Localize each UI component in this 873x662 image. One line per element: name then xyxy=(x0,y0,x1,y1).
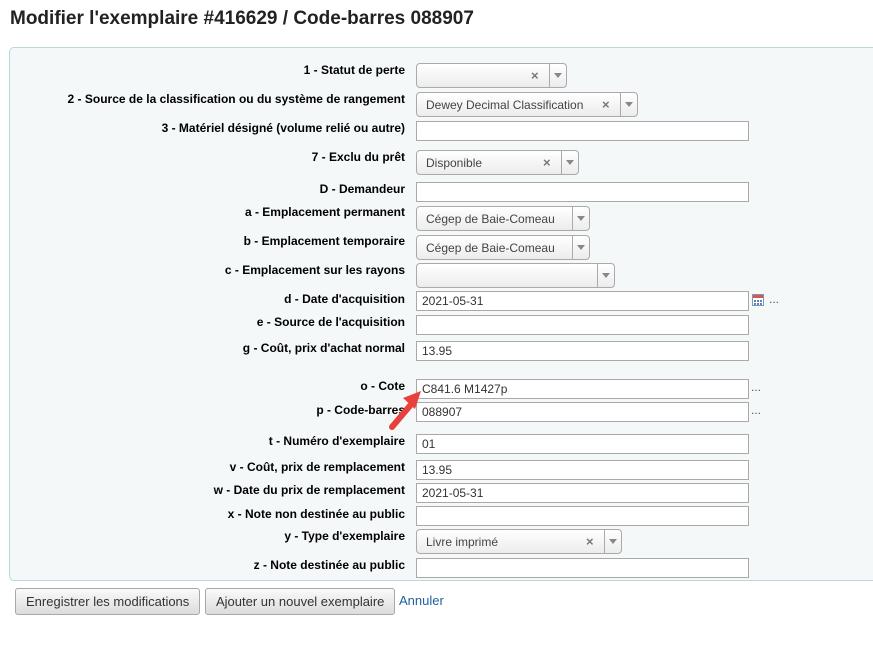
input-cout-achat[interactable] xyxy=(416,341,749,361)
clear-icon[interactable]: × xyxy=(602,97,610,112)
label-cote: o - Cote xyxy=(360,379,405,393)
label-statut-perte: 1 - Statut de perte xyxy=(303,63,405,77)
chevron-down-icon[interactable] xyxy=(604,530,621,553)
ellipsis-button-code-barres[interactable]: ... xyxy=(751,403,761,417)
input-source-acquisition[interactable] xyxy=(416,315,749,335)
label-note-publique: z - Note destinée au public xyxy=(253,558,405,572)
calendar-icon[interactable] xyxy=(752,294,764,306)
label-source-classification: 2 - Source de la classification ou du sy… xyxy=(67,92,405,106)
chevron-down-icon[interactable] xyxy=(597,264,614,287)
label-numero-exemplaire: t - Numéro d'exemplaire xyxy=(268,434,405,448)
input-materiel-designe[interactable] xyxy=(416,121,749,141)
select-emplacement-rayons[interactable] xyxy=(416,263,615,288)
input-code-barres[interactable] xyxy=(416,402,749,422)
label-exclu-pret: 7 - Exclu du prêt xyxy=(311,150,405,164)
label-emplacement-rayons: c - Emplacement sur les rayons xyxy=(224,263,405,277)
label-emplacement-permanent: a - Emplacement permanent xyxy=(244,205,405,219)
save-button[interactable]: Enregistrer les modifications xyxy=(15,588,201,615)
clear-icon[interactable]: × xyxy=(543,155,551,170)
label-emplacement-temporaire: b - Emplacement temporaire xyxy=(243,234,405,248)
label-date-acquisition: d - Date d'acquisition xyxy=(284,292,405,306)
label-demandeur: D - Demandeur xyxy=(319,182,405,196)
chevron-down-icon[interactable] xyxy=(561,151,578,174)
chevron-down-icon[interactable] xyxy=(549,64,566,87)
clear-icon[interactable]: × xyxy=(586,534,594,549)
page-title: Modifier l'exemplaire #416629 / Code-bar… xyxy=(10,8,474,29)
label-date-prix-remplacement: w - Date du prix de remplacement xyxy=(213,483,405,497)
label-source-acquisition: e - Source de l'acquisition xyxy=(256,315,405,329)
ellipsis-button-cote[interactable]: ... xyxy=(751,380,761,394)
select-source-classification[interactable]: Dewey Decimal Classification × xyxy=(416,92,638,117)
label-cout-remplacement: v - Coût, prix de remplacement xyxy=(229,460,405,474)
select-source-classification-value: Dewey Decimal Classification xyxy=(426,98,584,112)
chevron-down-icon[interactable] xyxy=(620,93,637,116)
cancel-link[interactable]: Annuler xyxy=(399,593,444,608)
input-date-acquisition[interactable] xyxy=(416,291,749,311)
select-statut-perte[interactable]: × xyxy=(416,63,567,88)
label-type-exemplaire: y - Type d'exemplaire xyxy=(284,529,405,543)
chevron-down-icon[interactable] xyxy=(572,236,589,259)
select-emplacement-permanent-value: Cégep de Baie-Comeau xyxy=(426,212,555,226)
input-numero-exemplaire[interactable] xyxy=(416,434,749,454)
select-emplacement-temporaire-value: Cégep de Baie-Comeau xyxy=(426,241,555,255)
input-cout-remplacement[interactable] xyxy=(416,460,749,480)
input-cote[interactable] xyxy=(416,379,749,399)
chevron-down-icon[interactable] xyxy=(572,207,589,230)
label-materiel-designe: 3 - Matériel désigné (volume relié ou au… xyxy=(161,121,405,135)
select-emplacement-temporaire[interactable]: Cégep de Baie-Comeau xyxy=(416,235,590,260)
select-type-exemplaire-value: Livre imprimé xyxy=(426,535,499,549)
label-code-barres: p - Code-barres xyxy=(316,403,405,417)
label-cout-achat: g - Coût, prix d'achat normal xyxy=(242,341,405,355)
ellipsis-button-date-acquisition[interactable]: ... xyxy=(769,292,779,306)
select-emplacement-permanent[interactable]: Cégep de Baie-Comeau xyxy=(416,206,590,231)
select-exclu-pret[interactable]: Disponible × xyxy=(416,150,579,175)
clear-icon[interactable]: × xyxy=(531,68,539,83)
input-date-prix-remplacement[interactable] xyxy=(416,483,749,503)
input-demandeur[interactable] xyxy=(416,182,749,202)
select-type-exemplaire[interactable]: Livre imprimé × xyxy=(416,529,622,554)
input-note-publique[interactable] xyxy=(416,558,749,578)
input-note-non-publique[interactable] xyxy=(416,506,749,526)
add-item-button[interactable]: Ajouter un nouvel exemplaire xyxy=(205,588,396,615)
label-note-non-publique: x - Note non destinée au public xyxy=(227,507,405,521)
select-exclu-pret-value: Disponible xyxy=(426,156,483,170)
